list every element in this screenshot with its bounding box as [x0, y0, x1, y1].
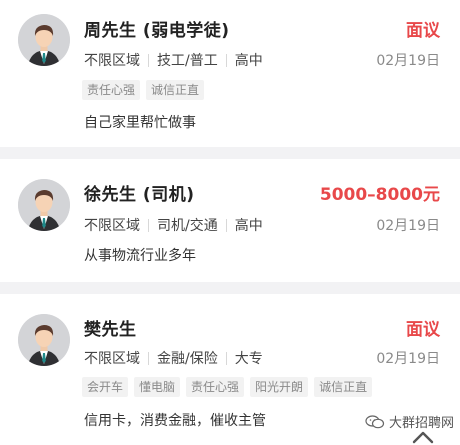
candidate-description: 信用卡，消费金融，催收主管	[84, 413, 266, 429]
meta-divider	[148, 351, 149, 365]
candidate-area: 不限区域	[84, 218, 140, 234]
candidate-education: 大专	[234, 351, 263, 367]
meta-divider	[225, 218, 227, 232]
meta-divider	[225, 351, 227, 365]
candidate-name: 周先生 (弱电学徒)	[84, 21, 230, 41]
candidate-education: 高中	[234, 53, 263, 69]
candidate-salary: 面议	[406, 21, 440, 41]
wechat-icon	[365, 414, 385, 428]
candidate-area: 不限区域	[84, 351, 140, 367]
tag: 诚信正直	[146, 80, 205, 100]
candidate-tags: 责任心强 诚信正直	[82, 80, 205, 100]
meta-divider	[148, 53, 149, 67]
candidate-date: 02月19日	[376, 218, 440, 234]
candidate-description: 自己家里帮忙做事	[84, 115, 196, 131]
tag: 阳光开朗	[250, 377, 309, 397]
male-avatar-icon	[18, 314, 70, 366]
candidate-description: 从事物流行业多年	[84, 248, 196, 264]
candidate-tags: 会开车 懂电脑 责任心强 阳光开朗 诚信正直	[82, 377, 373, 397]
candidate-card[interactable]: 周先生 (弱电学徒) 面议 不限区域 技工/普工 高中 02月19日 责任心强 …	[0, 0, 460, 147]
tag: 懂电脑	[134, 377, 181, 397]
candidate-category: 金融/保险	[157, 351, 218, 367]
candidate-card[interactable]: 徐先生 (司机) 5000–8000元 不限区域 司机/交通 高中 02月19日…	[0, 159, 460, 282]
male-avatar-icon	[18, 179, 70, 231]
candidate-meta: 不限区域 司机/交通 高中	[84, 215, 263, 235]
candidate-salary: 面议	[406, 320, 440, 340]
candidate-category: 技工/普工	[157, 53, 218, 69]
meta-divider	[148, 218, 149, 232]
candidate-name: 徐先生 (司机)	[84, 185, 195, 205]
candidate-area: 不限区域	[84, 53, 140, 69]
tag: 责任心强	[186, 377, 245, 397]
candidate-education: 高中	[234, 218, 263, 234]
tag: 会开车	[82, 377, 129, 397]
chevron-up-icon[interactable]	[410, 428, 436, 445]
candidate-date: 02月19日	[376, 53, 440, 69]
candidate-salary: 5000–8000元	[319, 185, 440, 205]
meta-divider	[225, 53, 227, 67]
male-avatar-icon	[18, 14, 70, 66]
candidate-meta: 不限区域 金融/保险 大专	[84, 348, 263, 368]
candidate-date: 02月19日	[376, 351, 440, 367]
tag: 诚信正直	[314, 377, 373, 397]
candidate-name: 樊先生	[84, 320, 137, 340]
candidate-category: 司机/交通	[157, 218, 218, 234]
candidate-meta: 不限区域 技工/普工 高中	[84, 50, 263, 70]
tag: 责任心强	[82, 80, 141, 100]
